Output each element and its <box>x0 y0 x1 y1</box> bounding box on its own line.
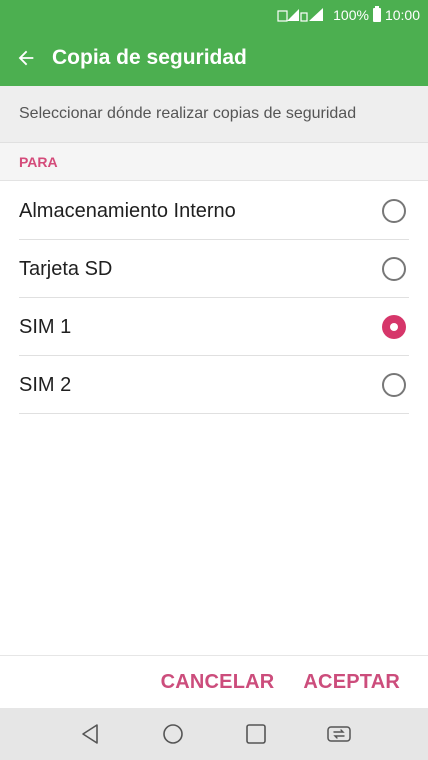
nav-dual-window-button[interactable] <box>297 708 380 760</box>
accept-button[interactable]: ACEPTAR <box>303 671 400 694</box>
option-label: Tarjeta SD <box>19 257 113 280</box>
option-label: Almacenamiento Interno <box>19 199 236 222</box>
back-button[interactable] <box>0 30 52 86</box>
status-bar: 100% 10:00 <box>0 0 428 30</box>
navigation-bar <box>0 708 428 760</box>
signal-icon <box>277 7 325 23</box>
recents-square-icon <box>245 724 266 744</box>
radio-button-selected[interactable] <box>382 315 406 339</box>
option-label: SIM 1 <box>19 315 72 338</box>
option-sim-1[interactable]: SIM 1 <box>0 298 428 356</box>
section-header: PARA <box>0 143 428 181</box>
cancel-button[interactable]: CANCELAR <box>161 671 275 694</box>
arrow-left-icon <box>18 50 34 66</box>
home-circle-icon <box>162 724 183 744</box>
battery-icon <box>372 6 381 22</box>
radio-button[interactable] <box>382 199 406 223</box>
back-triangle-icon <box>81 724 98 744</box>
dialog-actions: CANCELAR ACEPTAR <box>0 655 428 708</box>
nav-back-button[interactable] <box>48 708 131 760</box>
divider <box>19 413 409 414</box>
nav-recents-button[interactable] <box>214 708 297 760</box>
option-sim-2[interactable]: SIM 2 <box>0 356 428 414</box>
page-title: Copia de seguridad <box>52 46 247 69</box>
dual-window-icon <box>326 726 351 742</box>
clock: 10:00 <box>384 7 420 23</box>
nav-home-button[interactable] <box>131 708 214 760</box>
option-internal-storage[interactable]: Almacenamiento Interno <box>0 182 428 240</box>
option-sd-card[interactable]: Tarjeta SD <box>0 240 428 298</box>
app-bar: Copia de seguridad <box>0 30 428 86</box>
radio-button[interactable] <box>382 373 406 397</box>
description-text: Seleccionar dónde realizar copias de seg… <box>0 86 428 143</box>
option-label: SIM 2 <box>19 373 72 396</box>
radio-button[interactable] <box>382 257 406 281</box>
battery-percent: 100% <box>333 7 369 23</box>
option-list: Almacenamiento Interno Tarjeta SD SIM 1 … <box>0 182 428 414</box>
